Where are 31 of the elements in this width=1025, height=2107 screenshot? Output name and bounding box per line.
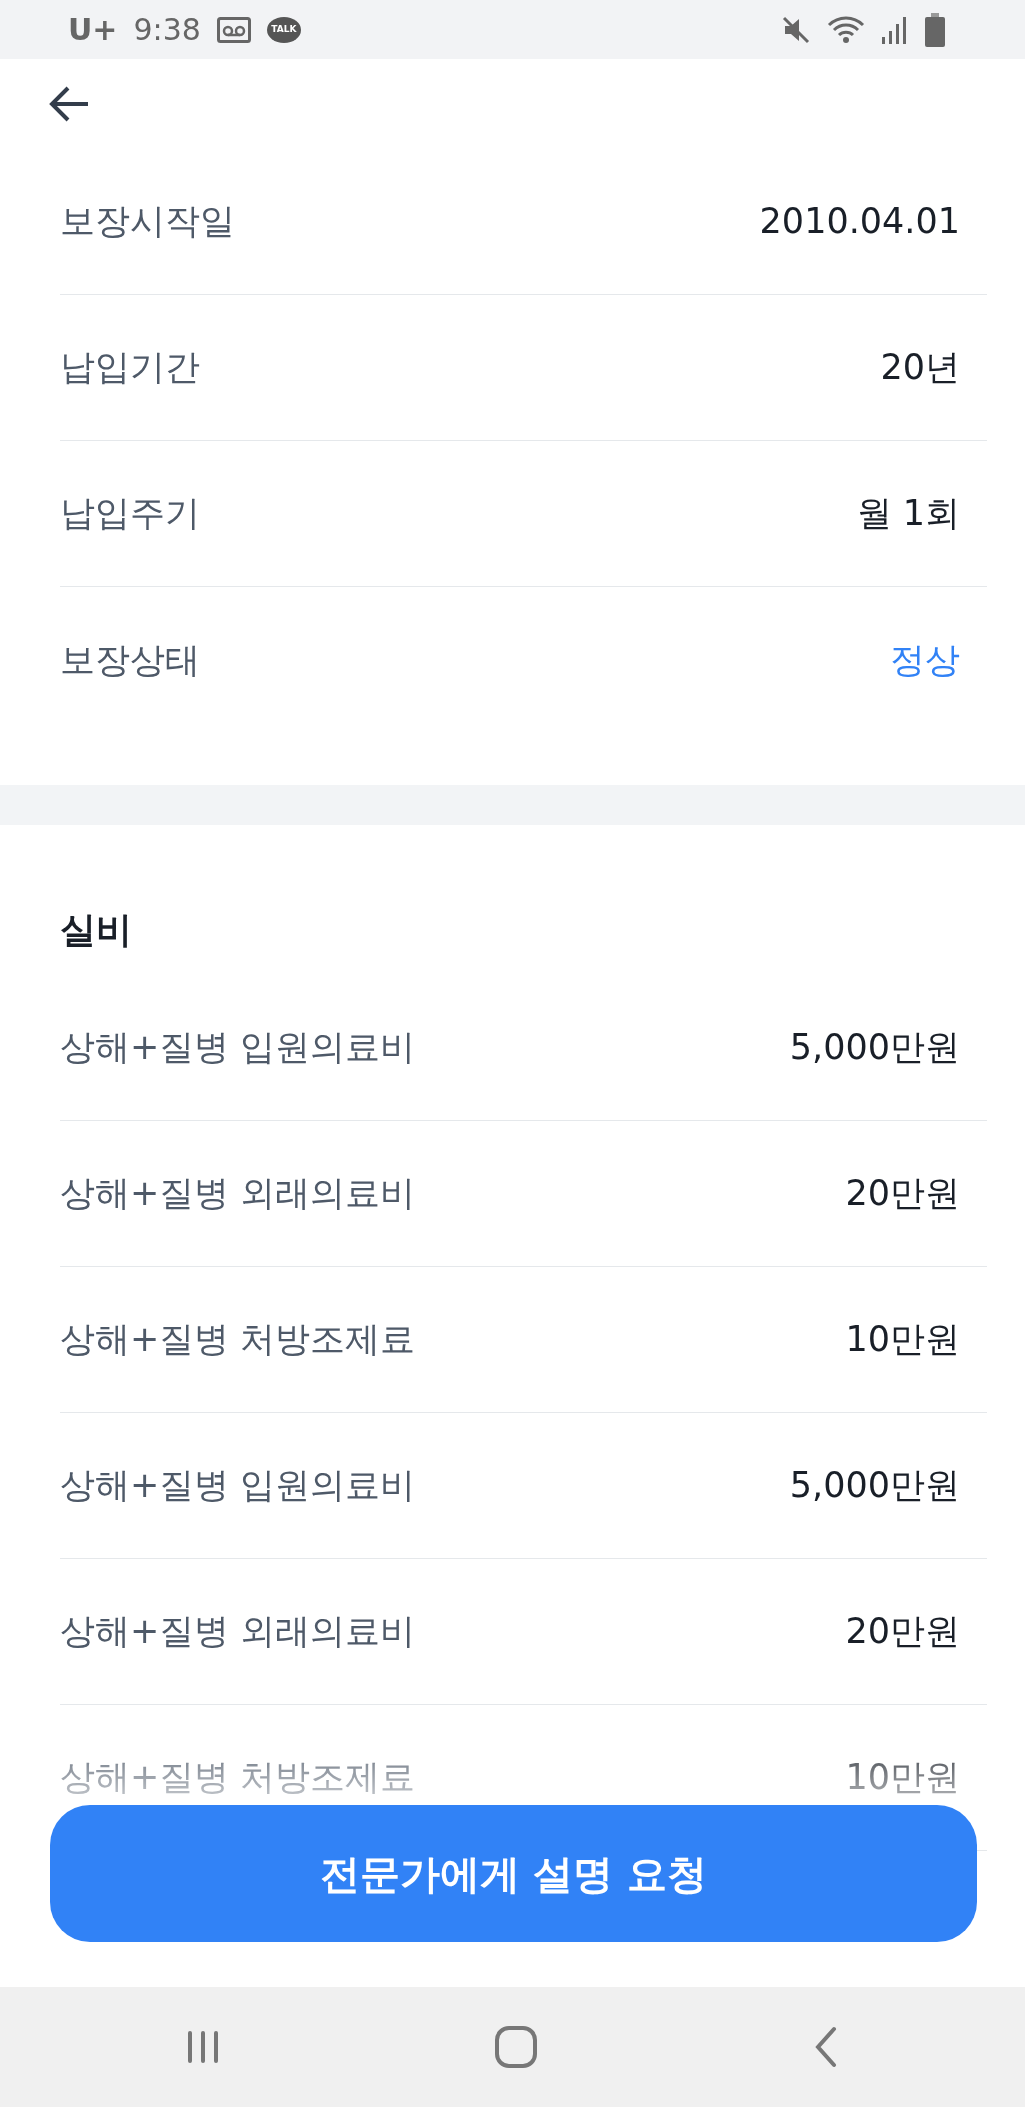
mute-icon bbox=[781, 14, 811, 45]
row-label: 상해+질병 외래의료비 bbox=[60, 1172, 416, 1216]
row-value: 5,000만원 bbox=[789, 1026, 960, 1070]
row-label: 상해+질병 처방조제료 bbox=[60, 1318, 416, 1362]
home-icon[interactable] bbox=[494, 2025, 539, 2069]
wifi-icon bbox=[827, 14, 865, 45]
row-label: 보장상태 bbox=[60, 638, 200, 682]
row-value: 5,000만원 bbox=[789, 1464, 960, 1508]
row-value: 20년 bbox=[880, 346, 960, 390]
row-value: 2010.04.01 bbox=[759, 200, 960, 244]
row-label: 상해+질병 처방조제료 bbox=[60, 1756, 416, 1800]
row-label: 납입기간 bbox=[60, 346, 200, 390]
request-explanation-button[interactable]: 전문가에게 설명 요청 bbox=[50, 1805, 977, 1942]
talk-badge: TALK bbox=[266, 16, 301, 43]
battery-icon bbox=[925, 12, 945, 47]
section-title: 실비 bbox=[60, 908, 132, 952]
row-value: 10만원 bbox=[845, 1756, 960, 1800]
signal-icon bbox=[881, 14, 909, 45]
row-label: 상해+질병 외래의료비 bbox=[60, 1610, 416, 1654]
row-value: 20만원 bbox=[845, 1610, 960, 1654]
row-value: 월 1회 bbox=[856, 492, 960, 536]
row-value: 10만원 bbox=[845, 1318, 960, 1362]
row-label: 납입주기 bbox=[60, 492, 200, 536]
status-value: 정상 bbox=[890, 638, 960, 682]
carrier-label: U+ bbox=[68, 11, 118, 49]
row-label: 보장시작일 bbox=[60, 200, 235, 244]
row-label: 상해+질병 입원의료비 bbox=[60, 1464, 416, 1508]
row-value: 20만원 bbox=[845, 1172, 960, 1216]
row-label: 상해+질병 입원의료비 bbox=[60, 1026, 416, 1070]
voicemail-icon bbox=[216, 16, 251, 43]
clock-time: 9:38 bbox=[133, 11, 201, 49]
